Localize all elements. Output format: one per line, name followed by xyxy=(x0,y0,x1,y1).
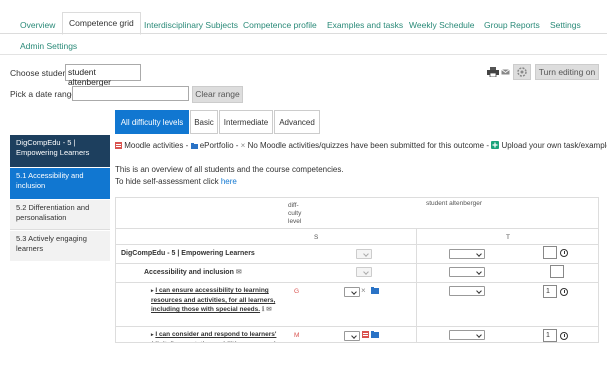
competence-grid-table: diff-culty level student altenberger S T… xyxy=(115,197,599,343)
expand-icon[interactable]: ▸ xyxy=(151,288,154,294)
info-icon[interactable]: ℹ xyxy=(262,306,264,313)
hide-link[interactable]: here xyxy=(221,177,237,186)
row-divider xyxy=(116,282,598,283)
table-row-title: ▸ I can consider and respond to learners… xyxy=(151,330,281,342)
legend-eportfolio: ePortfolio - xyxy=(199,141,239,150)
tab-admin-settings[interactable]: Admin Settings xyxy=(20,41,77,51)
teacher-assessment-select[interactable] xyxy=(449,249,485,259)
top-nav: Overview Competence grid Interdisciplina… xyxy=(0,0,607,56)
self-assessment-select xyxy=(356,249,372,259)
tab-examples-and-tasks[interactable]: Examples and tasks xyxy=(327,20,403,30)
legend-upload[interactable]: Upload your own task/example xyxy=(501,141,607,150)
choose-student-label: Choose student: xyxy=(10,68,72,78)
difficulty-header: diff-culty level xyxy=(288,202,302,225)
tab-weekly-schedule[interactable]: Weekly Schedule xyxy=(409,20,475,30)
competence-link[interactable]: I can ensure accessibility to learning r… xyxy=(151,287,275,313)
print-icon[interactable] xyxy=(487,67,499,77)
upload-icon[interactable] xyxy=(491,141,500,149)
score-input[interactable]: 1 xyxy=(543,329,557,342)
comment-icon[interactable]: ✉ xyxy=(236,269,242,276)
tab-overview[interactable]: Overview xyxy=(20,20,55,30)
header-divider xyxy=(116,228,598,229)
sidebar-item-accessibility[interactable]: 5.1 Accessibility and inclusion xyxy=(10,168,110,199)
nav-divider xyxy=(0,54,607,55)
tab-settings[interactable]: Settings xyxy=(550,20,581,30)
student-select[interactable]: student altenberger xyxy=(65,64,141,87)
teacher-assessment-select[interactable] xyxy=(449,330,485,340)
date-range-label: Pick a date range: xyxy=(10,89,79,99)
col-t-label: T xyxy=(506,234,510,241)
legend: Moodle activities - ePortfolio - × No Mo… xyxy=(115,141,607,150)
mail-icon[interactable] xyxy=(501,69,510,75)
hide-self-assessment: To hide self-assessment click here xyxy=(115,177,237,186)
settings-icon xyxy=(517,67,527,77)
score-input[interactable] xyxy=(543,246,557,259)
folder-icon[interactable] xyxy=(371,287,379,294)
tab-all-difficulty-levels[interactable]: All difficulty levels xyxy=(115,110,189,134)
moodle-activities-icon[interactable] xyxy=(362,331,369,338)
student-header: student altenberger xyxy=(426,200,483,207)
teacher-assessment-select[interactable] xyxy=(449,286,485,296)
tab-basic[interactable]: Basic xyxy=(190,110,218,134)
expand-icon[interactable]: ▸ xyxy=(151,332,154,338)
self-assessment-select[interactable] xyxy=(344,331,360,341)
row-divider xyxy=(116,263,598,264)
clear-range-button[interactable]: Clear range xyxy=(192,86,243,103)
overview-text: This is an overview of all students and … xyxy=(115,165,344,174)
legend-moodle-activities: Moodle activities - xyxy=(124,141,189,150)
clock-icon[interactable] xyxy=(560,332,568,340)
folder-icon[interactable] xyxy=(371,331,379,338)
tab-group-reports[interactable]: Group Reports xyxy=(484,20,540,30)
clock-icon[interactable] xyxy=(560,288,568,296)
moodle-activities-icon xyxy=(115,142,122,149)
score-input[interactable] xyxy=(550,265,564,278)
no-activity-icon: × xyxy=(361,286,366,295)
turn-editing-on-button[interactable]: Turn editing on xyxy=(535,64,599,80)
row-title-text: Accessibility and inclusion xyxy=(144,269,234,276)
tab-interdisciplinary-subjects[interactable]: Interdisciplinary Subjects xyxy=(144,20,238,30)
difficulty-level: G xyxy=(294,288,300,295)
hide-text: To hide self-assessment click xyxy=(115,177,219,186)
difficulty-level: M xyxy=(294,332,300,339)
tab-competence-grid[interactable]: Competence grid xyxy=(62,12,141,35)
tab-advanced[interactable]: Advanced xyxy=(274,110,320,134)
teacher-assessment-select[interactable] xyxy=(449,267,485,277)
self-assessment-select[interactable] xyxy=(344,287,360,297)
tab-divider xyxy=(0,33,607,34)
comment-icon[interactable]: ✉ xyxy=(266,306,271,313)
tab-intermediate[interactable]: Intermediate xyxy=(219,110,273,134)
row-divider xyxy=(116,244,598,245)
self-assessment-select xyxy=(356,267,372,277)
legend-no-moodle: No Moodle activities/quizzes have been s… xyxy=(247,141,490,150)
folder-icon xyxy=(190,143,198,149)
table-row-title: DigCompEdu - 5 | Empowering Learners xyxy=(121,250,255,257)
row-divider xyxy=(116,326,598,327)
sidebar-item-differentiation[interactable]: 5.2 Differentiation and personalisation xyxy=(10,200,110,230)
date-range-input[interactable] xyxy=(72,86,189,101)
table-row-title: ▸ I can ensure accessibility to learning… xyxy=(151,286,281,314)
settings-button[interactable] xyxy=(513,64,531,80)
tab-competence-profile[interactable]: Competence profile xyxy=(243,20,317,30)
sidebar-item-actively-engaging[interactable]: 5.3 Actively engaging learners xyxy=(10,231,110,261)
no-activity-icon: × xyxy=(240,141,246,150)
col-s-label: S xyxy=(314,234,319,241)
table-row-title: Accessibility and inclusion ✉ xyxy=(144,268,242,276)
clock-icon[interactable] xyxy=(560,249,568,257)
sidebar-item-empowering-learners[interactable]: DigCompEdu - 5 | Empowering Learners xyxy=(10,135,110,167)
competence-link[interactable]: I can consider and respond to learners' … xyxy=(151,331,276,342)
score-input[interactable]: 1 xyxy=(543,285,557,298)
